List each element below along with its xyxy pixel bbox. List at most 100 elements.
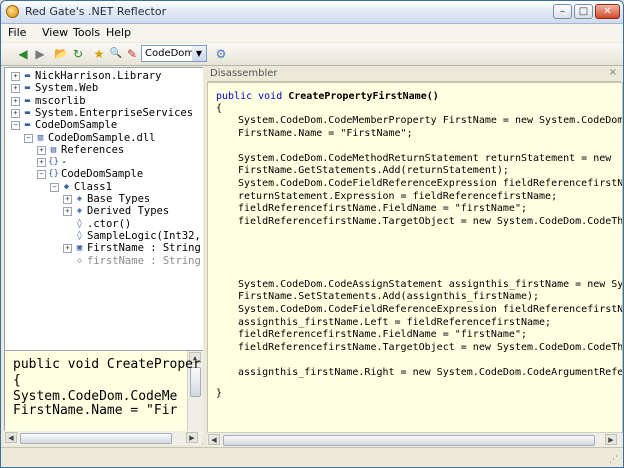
tree-node-label: mscorlib [35,94,86,107]
tree-node[interactable]: + ◈ Derived Types [5,205,201,217]
refresh-icon[interactable]: ↻ [70,46,86,62]
chevron-down-icon[interactable]: ▼ [192,46,206,61]
resize-grip-icon[interactable]: ⋰ [609,454,621,466]
tree-node[interactable]: + ▬ mscorlib [5,95,201,107]
tree-node[interactable]: +{} - [5,156,201,168]
menu-file[interactable]: File [8,26,26,39]
collapse-icon[interactable]: − [24,133,33,143]
bookmark-icon[interactable]: ★ [91,46,107,62]
method-signature: public void CreatePropertyFirstName() [216,91,439,103]
menu-help[interactable]: Help [106,26,131,39]
tree-node-label: FirstName : String [87,242,201,255]
tree-node-icon: ◈ [76,194,83,204]
reflector-app-icon [6,5,19,18]
disassembler-header: Disassembler × [207,67,621,82]
open-brace: { [216,103,223,114]
tree-node-label: .ctor() [87,217,132,230]
close-icon[interactable]: × [609,67,617,78]
code-preview-pane[interactable]: ▲ public void CreateProper{ System.CodeD… [4,350,204,444]
status-bar: ⋰ [1,447,623,467]
back-icon[interactable]: ◀ [15,46,31,62]
tree-node-icon: ▬ [24,71,31,81]
tree-node[interactable]: + ▬ NickHarrison.Library [5,70,201,82]
expand-icon[interactable]: + [63,195,72,204]
expand-icon[interactable]: + [63,244,72,254]
tree-node-icon: ▤ [50,144,57,155]
disassemble-icon[interactable]: ✎ [124,46,140,62]
code-line: fieldReferencefirstName.TargetObject = n… [238,215,623,227]
search-icon[interactable]: 🔍 [108,46,124,62]
code-scroll-thumb[interactable] [223,435,595,446]
scroll-left-arrow-icon[interactable]: ◀ [5,432,17,443]
close-button[interactable]: ✕ [595,4,620,19]
tree-scroll-thumb[interactable] [20,433,172,444]
tree-node[interactable]: ◊ .ctor() [5,218,201,230]
code-line: System.CodeDom.CodeFieldReferenceExpress… [238,178,623,189]
tree-node[interactable]: + ▣ FirstName : String [5,242,201,254]
addin-icon[interactable]: ⚙ [213,46,229,62]
tree-node[interactable]: −{} CodeDomSample [5,168,201,180]
window-title: Red Gate's .NET Reflector [25,5,167,18]
tree-node-icon: ▬ [24,107,31,118]
tree-node-icon: ▣ [76,243,83,254]
scroll-right-arrow-icon[interactable]: ▶ [186,432,198,443]
maximize-button[interactable]: □ [574,4,593,19]
open-icon[interactable]: 📂 [53,46,69,62]
code-line: assignthis_firstName.Left = fieldReferen… [238,316,552,328]
tree-horizontal-scrollbar[interactable]: ◀ ▶ [4,431,202,445]
preview-code-line: public void CreateProper [13,357,201,372]
code-line: fieldReferencefirstName.FieldName = "fir… [238,329,527,341]
expand-icon[interactable]: + [37,145,46,155]
title-bar[interactable]: Red Gate's .NET Reflector – □ ✕ [1,1,623,24]
tree-node-label: NickHarrison.Library [35,70,162,82]
menu-tools[interactable]: Tools [73,26,100,39]
tree-node-label: Base Types [87,193,151,205]
code-line: FirstName.SetStatements.Add(assignthis_f… [238,291,540,303]
tree-node[interactable]: ◇ firstName : String [5,255,201,267]
tree-node[interactable]: + ▤ References [5,144,201,156]
expand-icon[interactable]: + [11,108,20,118]
tree-node[interactable]: − ▥ CodeDomSample.dll [5,132,201,144]
code-line: FirstName.GetStatements.Add(returnStatem… [238,165,509,177]
collapse-icon[interactable]: − [37,170,46,180]
tree-node[interactable]: − ◆ Class1 [5,181,201,193]
tree-node-label: CodeDomSample [61,168,144,181]
disassembler-code-view[interactable]: public void CreatePropertyFirstName() { … [207,82,623,433]
toolbar: ◀ ▶ 📂 ↻ ★ 🔍 ✎ CodeDom ▼ ⚙ [1,43,623,66]
tree-node-label: References [61,143,125,156]
assembly-browser-tree[interactable]: + ▬ NickHarrison.Library + ▬ System.Web + ▬ msco… [4,67,204,351]
close-brace: } [216,388,223,399]
menu-view[interactable]: View [42,26,68,39]
preview-code-line: FirstName.Name = "Fir [13,403,178,418]
expand-icon[interactable]: + [11,72,20,81]
code-line: assignthis_firstName.Right = new System.… [238,367,623,378]
tree-node[interactable]: ◊ SampleLogic(Int32, [5,230,201,242]
expand-icon[interactable]: + [11,96,20,106]
expand-icon[interactable]: + [37,158,46,168]
tree-node-label: SampleLogic(Int32, [87,229,201,242]
tree-node-icon: ◊ [76,230,83,241]
collapse-icon[interactable]: − [50,182,59,192]
tree-node[interactable]: − ▬ CodeDomSample [5,119,201,131]
tree-node[interactable]: + ◈ Base Types [5,193,201,205]
tree-node-label: Class1 [74,180,112,193]
signature-method-name[interactable]: CreatePropertyFirstName() [288,91,439,102]
expand-icon[interactable]: + [63,207,72,217]
scroll-left-arrow-icon[interactable]: ◀ [208,434,220,445]
preview-code-line: System.CodeDom.CodeMe [13,389,178,404]
tree-node[interactable]: + ▬ System.Web [5,82,201,94]
tree-node-icon: ◊ [76,218,83,229]
language-select[interactable]: CodeDom ▼ [141,45,207,62]
scroll-right-arrow-icon[interactable]: ▶ [605,434,617,445]
code-line: System.CodeDom.CodeFieldReferenceExpress… [238,304,623,315]
code-line: System.CodeDom.CodeAssignStatement assig… [238,278,623,290]
code-line: returnStatement.Expression = fieldRefere… [238,190,558,202]
minimize-button[interactable]: – [553,4,572,19]
forward-icon[interactable]: ▶ [32,46,48,62]
code-horizontal-scrollbar[interactable]: ◀ ▶ [207,432,621,447]
tree-node-label: Derived Types [87,205,170,218]
collapse-icon[interactable]: − [11,121,20,131]
disassembler-title: Disassembler [210,68,278,79]
tree-node[interactable]: + ▬ System.EnterpriseServices [5,107,201,119]
expand-icon[interactable]: + [11,84,20,94]
